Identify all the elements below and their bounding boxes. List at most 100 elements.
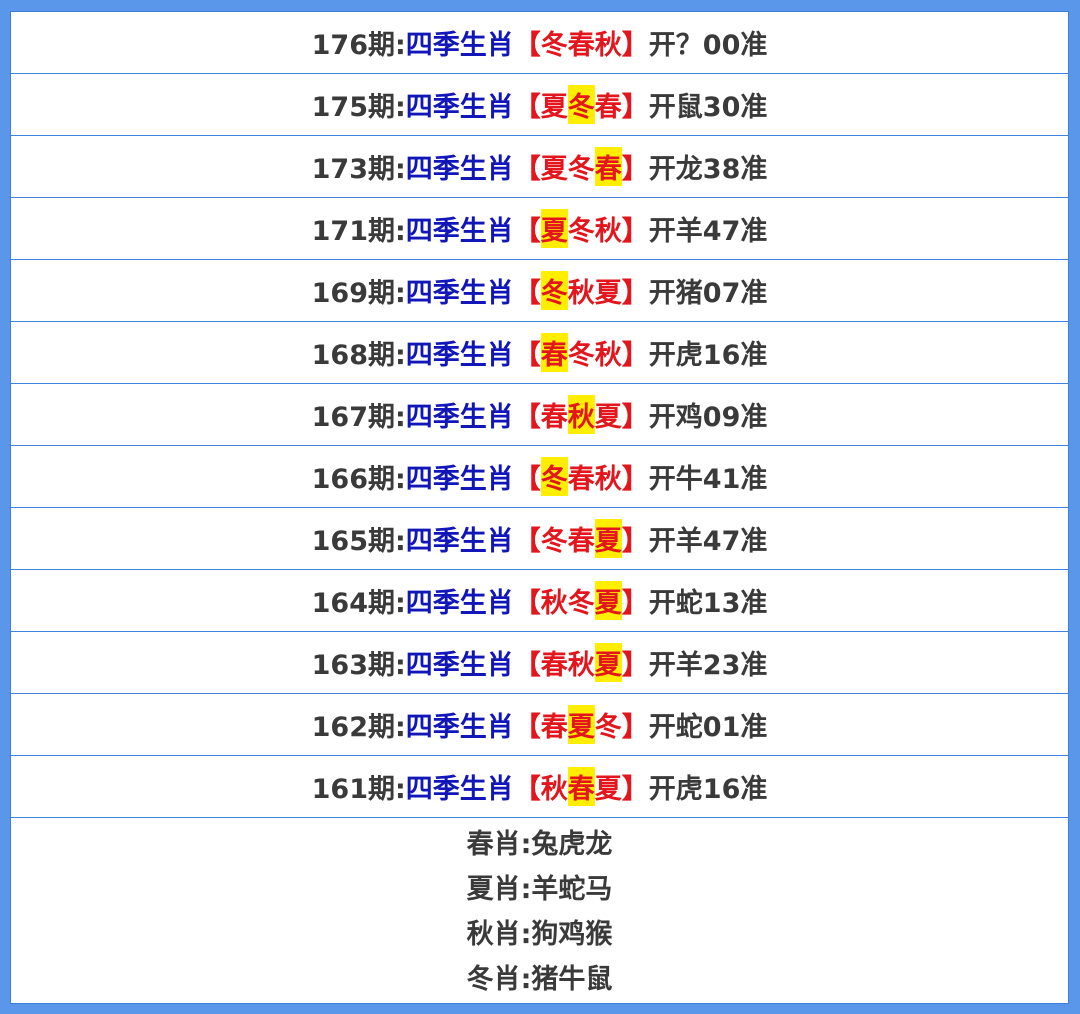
season-pick: 夏 (594, 519, 622, 558)
season-pick: 冬 (567, 340, 595, 371)
issue-number: 171期: (311, 216, 406, 247)
category-label: 四季生肖 (405, 216, 514, 247)
draw-result: 开猪07准 (648, 278, 768, 309)
legend-summer: 夏肖:羊蛇马 (466, 874, 613, 905)
draw-result: 开羊23准 (648, 650, 768, 681)
bracket-close: 】 (621, 712, 649, 743)
table-row: 175期: 四季生肖【夏冬春】开鼠30准 (11, 74, 1068, 136)
season-pick: 冬 (567, 154, 595, 185)
bracket-close: 】 (621, 154, 649, 185)
draw-result: 开蛇01准 (648, 712, 768, 743)
season-pick: 春 (594, 92, 622, 123)
season-pick: 秋 (594, 464, 622, 495)
bracket-close: 】 (621, 92, 649, 123)
season-pick: 夏 (594, 278, 622, 309)
season-pick: 春 (567, 464, 595, 495)
bracket-open: 【 (513, 278, 541, 309)
season-pick: 春 (594, 147, 622, 186)
season-pick: 夏 (594, 581, 622, 620)
season-pick: 夏 (567, 705, 595, 744)
issue-number: 165期: (311, 526, 406, 557)
category-label: 四季生肖 (405, 340, 514, 371)
bracket-close: 】 (621, 774, 649, 805)
bracket-close: 】 (621, 402, 649, 433)
season-pick: 春 (540, 650, 568, 681)
bracket-close: 】 (621, 650, 649, 681)
season-pick: 冬 (567, 85, 595, 124)
legend-winter: 冬肖:猪牛鼠 (466, 964, 613, 995)
season-pick: 秋 (594, 216, 622, 247)
season-pick: 春 (540, 712, 568, 743)
bracket-open: 【 (513, 526, 541, 557)
draw-result: 开鼠30准 (648, 92, 768, 123)
bracket-open: 【 (513, 92, 541, 123)
legend-spring: 春肖:兔虎龙 (466, 829, 613, 860)
bracket-open: 【 (513, 588, 541, 619)
table-row: 164期: 四季生肖【秋冬夏】开蛇13准 (11, 570, 1068, 632)
season-pick: 秋 (594, 30, 622, 61)
category-label: 四季生肖 (405, 588, 514, 619)
bracket-close: 】 (621, 30, 649, 61)
bracket-open: 【 (513, 650, 541, 681)
table-row: 167期: 四季生肖【春秋夏】开鸡09准 (11, 384, 1068, 446)
table-row: 176期: 四季生肖【冬春秋】开？00准 (11, 12, 1068, 74)
draw-result: 开牛41准 (648, 464, 768, 495)
issue-number: 176期: (311, 30, 406, 61)
season-pick: 冬 (594, 712, 622, 743)
season-pick: 冬 (540, 271, 568, 310)
season-pick: 秋 (567, 650, 595, 681)
draw-result: 开龙38准 (648, 154, 768, 185)
season-pick: 春 (567, 30, 595, 61)
bracket-open: 【 (513, 402, 541, 433)
table-row: 166期: 四季生肖【冬春秋】开牛41准 (11, 446, 1068, 508)
season-pick: 夏 (540, 209, 568, 248)
season-pick: 春 (567, 526, 595, 557)
bracket-close: 】 (621, 526, 649, 557)
bracket-open: 【 (513, 154, 541, 185)
category-label: 四季生肖 (405, 154, 514, 185)
season-pick: 夏 (540, 92, 568, 123)
season-pick: 秋 (540, 774, 568, 805)
table-row: 161期: 四季生肖【秋春夏】开虎16准 (11, 756, 1068, 818)
table-row: 169期: 四季生肖【冬秋夏】开猪07准 (11, 260, 1068, 322)
category-label: 四季生肖 (405, 526, 514, 557)
category-label: 四季生肖 (405, 278, 514, 309)
legend-autumn: 秋肖:狗鸡猴 (466, 919, 613, 950)
bracket-open: 【 (513, 340, 541, 371)
issue-number: 168期: (311, 340, 406, 371)
season-pick: 春 (540, 333, 568, 372)
table-row: 173期: 四季生肖【夏冬春】开龙38准 (11, 136, 1068, 198)
season-pick: 春 (540, 402, 568, 433)
season-pick: 夏 (594, 402, 622, 433)
bracket-open: 【 (513, 30, 541, 61)
season-pick: 夏 (540, 154, 568, 185)
issue-number: 175期: (311, 92, 406, 123)
bracket-open: 【 (513, 464, 541, 495)
issue-number: 173期: (311, 154, 406, 185)
bracket-open: 【 (513, 216, 541, 247)
season-pick: 秋 (594, 340, 622, 371)
category-label: 四季生肖 (405, 92, 514, 123)
issue-number: 162期: (311, 712, 406, 743)
category-label: 四季生肖 (405, 402, 514, 433)
category-label: 四季生肖 (405, 30, 514, 61)
season-pick: 秋 (567, 278, 595, 309)
season-pick: 冬 (567, 216, 595, 247)
season-pick: 冬 (540, 526, 568, 557)
bracket-close: 】 (621, 278, 649, 309)
draw-result: 开羊47准 (648, 216, 768, 247)
draw-result: 开羊47准 (648, 526, 768, 557)
draw-result: 开虎16准 (648, 774, 768, 805)
prediction-table: 176期: 四季生肖【冬春秋】开？00准 175期: 四季生肖【夏冬春】开鼠30准 17… (10, 11, 1069, 1004)
draw-result: 开蛇13准 (648, 588, 768, 619)
season-pick: 秋 (567, 395, 595, 434)
season-pick: 冬 (540, 457, 568, 496)
bracket-close: 】 (621, 588, 649, 619)
category-label: 四季生肖 (405, 650, 514, 681)
bracket-open: 【 (513, 712, 541, 743)
category-label: 四季生肖 (405, 774, 514, 805)
bracket-close: 】 (621, 340, 649, 371)
table-row: 168期: 四季生肖【春冬秋】开虎16准 (11, 322, 1068, 384)
draw-result: 开虎16准 (648, 340, 768, 371)
season-pick: 夏 (594, 643, 622, 682)
